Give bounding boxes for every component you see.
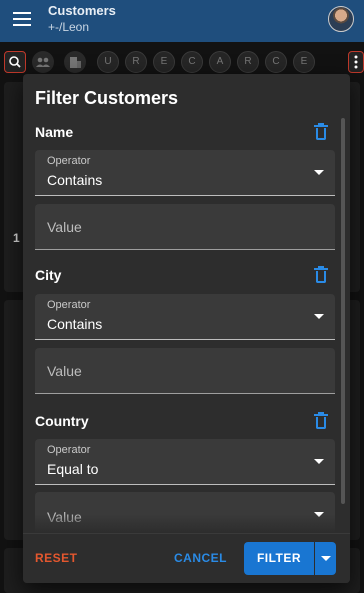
field-placeholder: Value <box>47 363 82 379</box>
filter-letter-chip[interactable]: C <box>265 51 287 73</box>
building-icon[interactable] <box>64 51 86 73</box>
scrollbar[interactable] <box>341 118 345 504</box>
filter-letter-chip[interactable]: R <box>125 51 147 73</box>
filter-options-button[interactable] <box>315 542 336 575</box>
app-bar: Customers +-/Leon <box>0 0 364 42</box>
filter-dialog: Filter Customers Name Operator Contains … <box>23 74 350 583</box>
filter-letter-chip[interactable]: E <box>293 51 315 73</box>
field-value: Equal to <box>47 461 99 477</box>
search-icon[interactable] <box>4 51 26 73</box>
avatar[interactable] <box>328 6 354 32</box>
city-operator-select[interactable]: Operator Contains <box>35 294 335 340</box>
filter-button[interactable]: FILTER <box>244 542 314 575</box>
app-title: Customers <box>48 3 116 18</box>
menu-icon[interactable] <box>13 12 31 26</box>
row-number: 1 <box>13 231 20 245</box>
city-value-input[interactable]: Value <box>35 348 335 394</box>
filter-list[interactable]: Name Operator Contains Value City Operat… <box>23 114 350 533</box>
field-value: Contains <box>47 172 103 188</box>
field-label: Operator <box>47 299 91 311</box>
name-value-input[interactable]: Value <box>35 204 335 250</box>
field-label: Operator <box>47 444 91 456</box>
trash-icon[interactable] <box>314 412 328 429</box>
trash-icon[interactable] <box>314 266 328 283</box>
reset-button[interactable]: RESET <box>35 551 78 565</box>
cancel-button[interactable]: CANCEL <box>174 551 227 565</box>
chevron-down-icon <box>314 459 324 464</box>
field-value: Contains <box>47 316 103 332</box>
scroll-fade <box>23 514 350 533</box>
filter-letter-chip[interactable]: U <box>97 51 119 73</box>
filter-letter-chip[interactable]: C <box>181 51 203 73</box>
filter-letter-chip[interactable]: A <box>209 51 231 73</box>
chevron-down-icon <box>321 556 331 561</box>
name-operator-select[interactable]: Operator Contains <box>35 150 335 196</box>
country-operator-select[interactable]: Operator Equal to <box>35 439 335 485</box>
trash-icon[interactable] <box>314 123 328 140</box>
dialog-title: Filter Customers <box>35 88 179 108</box>
field-label: Operator <box>47 155 91 167</box>
field-placeholder: Value <box>47 219 82 235</box>
filter-label-country: Country <box>35 413 89 429</box>
filter-letter-chip[interactable]: R <box>237 51 259 73</box>
filter-letter-chip[interactable]: E <box>153 51 175 73</box>
chevron-down-icon <box>314 170 324 175</box>
chevron-down-icon <box>314 314 324 319</box>
app-subtitle: +-/Leon <box>48 20 90 34</box>
dialog-actions: RESET CANCEL FILTER <box>23 533 350 583</box>
more-vert-icon[interactable] <box>348 51 364 73</box>
filter-label-city: City <box>35 267 62 283</box>
toolbar: U R E C A R C E <box>0 48 364 76</box>
group-icon[interactable] <box>32 51 54 73</box>
filter-label-name: Name <box>35 124 74 140</box>
